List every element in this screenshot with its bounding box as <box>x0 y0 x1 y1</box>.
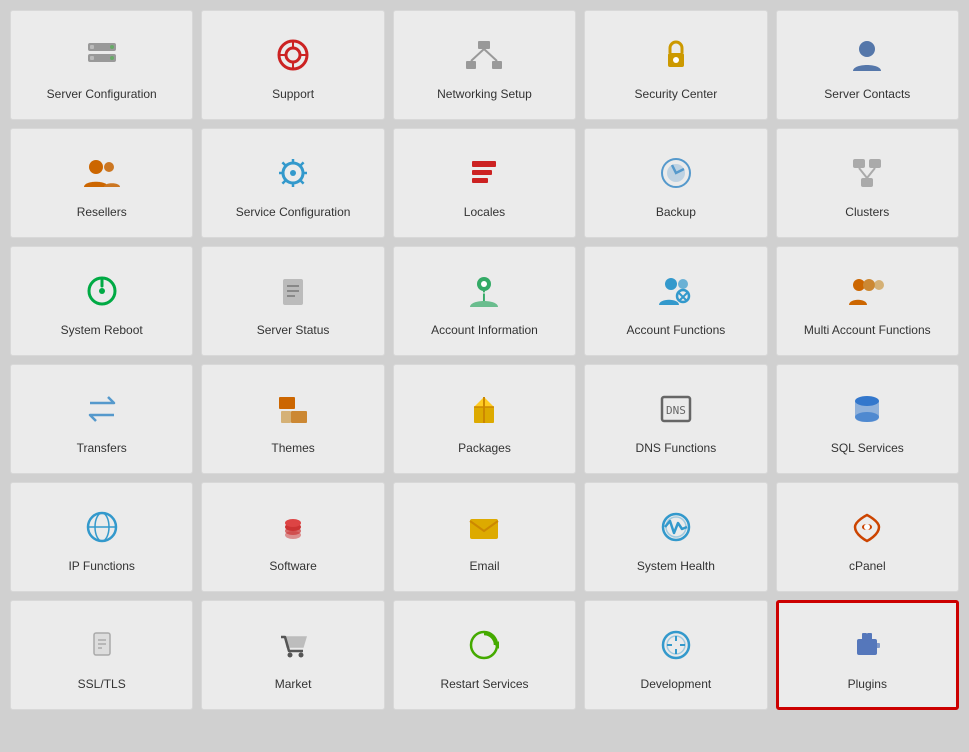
security-center-label: Security Center <box>635 87 718 103</box>
tile-ssltls[interactable]: SSL/TLS <box>10 600 193 710</box>
account-information-label: Account Information <box>431 323 538 339</box>
development-icon <box>652 621 700 669</box>
networking-setup-label: Networking Setup <box>437 87 532 103</box>
locales-label: Locales <box>464 205 505 221</box>
tile-resellers[interactable]: Resellers <box>10 128 193 238</box>
software-icon <box>269 503 317 551</box>
plugins-label: Plugins <box>848 677 887 693</box>
system-reboot-label: System Reboot <box>61 323 143 339</box>
backup-icon <box>652 149 700 197</box>
ssltls-icon <box>78 621 126 669</box>
tile-ip-functions[interactable]: IP Functions <box>10 482 193 592</box>
tile-networking-setup[interactable]: Networking Setup <box>393 10 576 120</box>
ssltls-label: SSL/TLS <box>78 677 126 693</box>
tile-locales[interactable]: Locales <box>393 128 576 238</box>
tile-security-center[interactable]: Security Center <box>584 10 767 120</box>
sql-services-icon <box>843 385 891 433</box>
tile-system-health[interactable]: System Health <box>584 482 767 592</box>
dns-functions-label: DNS Functions <box>636 441 717 457</box>
plugins-icon <box>843 621 891 669</box>
service-configuration-label: Service Configuration <box>236 205 351 221</box>
support-label: Support <box>272 87 314 103</box>
tile-market[interactable]: Market <box>201 600 384 710</box>
support-icon <box>269 31 317 79</box>
themes-icon <box>269 385 317 433</box>
restart-services-icon <box>460 621 508 669</box>
tile-cpanel[interactable]: cPanel <box>776 482 959 592</box>
tile-packages[interactable]: Packages <box>393 364 576 474</box>
transfers-label: Transfers <box>77 441 127 457</box>
tile-multi-account-functions[interactable]: Multi Account Functions <box>776 246 959 356</box>
ip-functions-icon <box>78 503 126 551</box>
tile-system-reboot[interactable]: System Reboot <box>10 246 193 356</box>
development-label: Development <box>641 677 712 693</box>
account-information-icon: i <box>460 267 508 315</box>
multi-account-functions-icon <box>843 267 891 315</box>
tile-restart-services[interactable]: Restart Services <box>393 600 576 710</box>
tile-clusters[interactable]: Clusters <box>776 128 959 238</box>
software-label: Software <box>269 559 316 575</box>
networking-setup-icon <box>460 31 508 79</box>
backup-label: Backup <box>656 205 696 221</box>
packages-label: Packages <box>458 441 511 457</box>
tile-development[interactable]: Development <box>584 600 767 710</box>
tile-account-information[interactable]: i Account Information <box>393 246 576 356</box>
system-health-icon <box>652 503 700 551</box>
server-status-label: Server Status <box>257 323 330 339</box>
main-grid: Server Configuration Support Networking Se… <box>10 10 959 710</box>
ip-functions-label: IP Functions <box>68 559 134 575</box>
tile-dns-functions[interactable]: DNS DNS Functions <box>584 364 767 474</box>
email-icon <box>460 503 508 551</box>
tile-sql-services[interactable]: SQL Services <box>776 364 959 474</box>
tile-plugins[interactable]: Plugins <box>776 600 959 710</box>
tile-server-configuration[interactable]: Server Configuration <box>10 10 193 120</box>
system-reboot-icon <box>78 267 126 315</box>
tile-email[interactable]: Email <box>393 482 576 592</box>
cpanel-icon <box>843 503 891 551</box>
account-functions-icon <box>652 267 700 315</box>
multi-account-functions-label: Multi Account Functions <box>804 323 931 339</box>
market-icon <box>269 621 317 669</box>
tile-support[interactable]: Support <box>201 10 384 120</box>
tile-account-functions[interactable]: Account Functions <box>584 246 767 356</box>
server-configuration-icon <box>78 31 126 79</box>
market-label: Market <box>275 677 312 693</box>
tile-backup[interactable]: Backup <box>584 128 767 238</box>
tile-transfers[interactable]: Transfers <box>10 364 193 474</box>
account-functions-label: Account Functions <box>627 323 726 339</box>
email-label: Email <box>469 559 499 575</box>
tile-server-contacts[interactable]: Server Contacts <box>776 10 959 120</box>
svg-text:DNS: DNS <box>666 404 686 417</box>
svg-text:i: i <box>482 288 486 304</box>
cpanel-label: cPanel <box>849 559 886 575</box>
tile-themes[interactable]: Themes <box>201 364 384 474</box>
system-health-label: System Health <box>637 559 715 575</box>
themes-label: Themes <box>271 441 314 457</box>
tile-service-configuration[interactable]: Service Configuration <box>201 128 384 238</box>
locales-icon <box>460 149 508 197</box>
resellers-icon <box>78 149 126 197</box>
packages-icon <box>460 385 508 433</box>
transfers-icon <box>78 385 126 433</box>
service-configuration-icon <box>269 149 317 197</box>
server-contacts-label: Server Contacts <box>824 87 910 103</box>
security-center-icon <box>652 31 700 79</box>
server-status-icon <box>269 267 317 315</box>
server-configuration-label: Server Configuration <box>47 87 157 103</box>
clusters-icon <box>843 149 891 197</box>
server-contacts-icon <box>843 31 891 79</box>
tile-software[interactable]: Software <box>201 482 384 592</box>
dns-functions-icon: DNS <box>652 385 700 433</box>
sql-services-label: SQL Services <box>831 441 904 457</box>
tile-server-status[interactable]: Server Status <box>201 246 384 356</box>
restart-services-label: Restart Services <box>440 677 528 693</box>
clusters-label: Clusters <box>845 205 889 221</box>
resellers-label: Resellers <box>77 205 127 221</box>
